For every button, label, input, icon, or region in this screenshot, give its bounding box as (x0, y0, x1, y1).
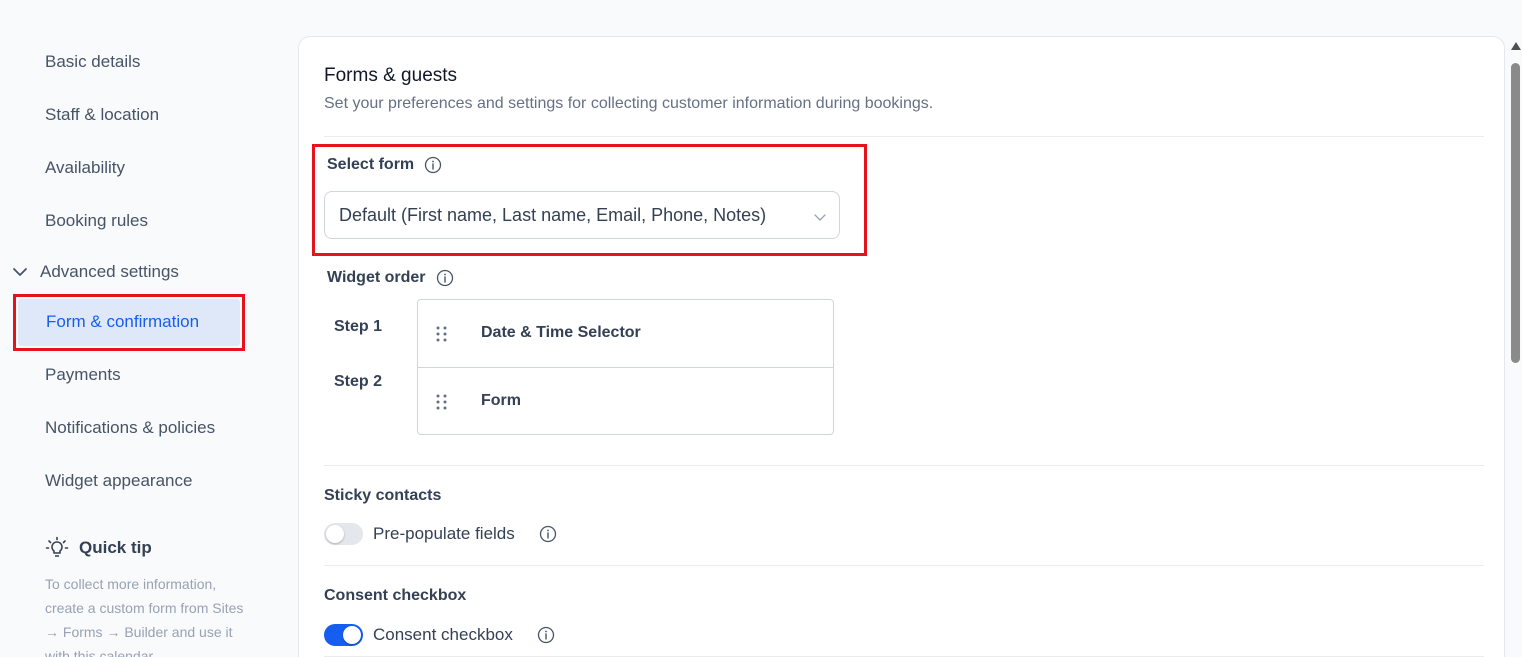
widget-order-label: Widget order (327, 269, 426, 286)
step-2-label: Step 2 (334, 373, 383, 390)
quick-tip-heading: Quick tip (45, 536, 152, 560)
chevron-down-icon (814, 214, 826, 221)
drag-handle-icon[interactable] (434, 325, 450, 343)
prepopulate-label: Pre-populate fields (373, 524, 515, 543)
widget-order-item-label: Date & Time Selector (481, 324, 641, 341)
widget-order-list: Date & Time Selector Form (417, 299, 834, 435)
widget-order-item[interactable]: Date & Time Selector (418, 300, 833, 367)
forms-guests-card: Forms & guests Set your preferences and … (298, 36, 1505, 657)
widget-order-label-row: Widget order (327, 269, 454, 287)
chevron-down-icon (13, 268, 27, 276)
widget-order-item[interactable]: Form (418, 367, 833, 434)
toggle-knob (326, 525, 344, 543)
sidebar-item-basic-details[interactable]: Basic details (45, 52, 140, 72)
sidebar-item-form-confirmation[interactable]: Form & confirmation (18, 299, 240, 346)
quick-tip-title: Quick tip (79, 538, 152, 557)
sidebar-group-label: Advanced settings (40, 262, 179, 281)
sidebar-item-payments[interactable]: Payments (45, 365, 121, 385)
lightbulb-icon (45, 536, 69, 557)
scroll-up-arrow-icon[interactable] (1511, 42, 1521, 50)
select-form-label-row: Select form (327, 156, 442, 174)
info-icon[interactable] (539, 525, 557, 543)
divider (324, 465, 1484, 466)
info-icon[interactable] (424, 156, 442, 174)
page-scrollbar[interactable] (1508, 38, 1522, 657)
divider (324, 565, 1484, 566)
sidebar-item-staff-location[interactable]: Staff & location (45, 105, 159, 125)
consent-toggle[interactable] (324, 624, 363, 646)
sticky-contacts-title: Sticky contacts (324, 487, 442, 504)
consent-label: Consent checkbox (373, 625, 513, 644)
select-form-label: Select form (327, 156, 415, 173)
widget-order-item-label: Form (481, 392, 521, 409)
sidebar-item-widget-appearance[interactable]: Widget appearance (45, 471, 192, 491)
step-1-label: Step 1 (334, 318, 383, 335)
sidebar-item-availability[interactable]: Availability (45, 158, 125, 178)
section-title: Forms & guests (324, 65, 458, 86)
info-icon[interactable] (537, 626, 555, 644)
select-form-value: Default (First name, Last name, Email, P… (339, 205, 767, 225)
sidebar-item-booking-rules[interactable]: Booking rules (45, 211, 148, 231)
sidebar-group-advanced-settings[interactable]: Advanced settings (10, 262, 179, 282)
sidebar-item-label: Form & confirmation (46, 312, 200, 331)
select-form-dropdown[interactable]: Default (First name, Last name, Email, P… (324, 191, 840, 239)
section-subtitle: Set your preferences and settings for co… (324, 95, 934, 112)
quick-tip-text: To collect more information, create a cu… (45, 576, 244, 657)
prepopulate-row: Pre-populate fields (324, 523, 557, 545)
prepopulate-toggle[interactable] (324, 523, 363, 545)
sidebar-item-notifications-policies[interactable]: Notifications & policies (45, 418, 215, 438)
consent-row: Consent checkbox (324, 624, 555, 646)
consent-title: Consent checkbox (324, 587, 467, 604)
settings-sidebar: Basic details Staff & location Availabil… (0, 0, 298, 657)
scrollbar-thumb[interactable] (1511, 63, 1520, 363)
info-icon[interactable] (436, 269, 454, 287)
toggle-knob (343, 626, 361, 644)
highlight-annotation-sidebar: Form & confirmation (13, 294, 245, 351)
divider (324, 136, 1484, 137)
drag-handle-icon[interactable] (434, 393, 450, 411)
